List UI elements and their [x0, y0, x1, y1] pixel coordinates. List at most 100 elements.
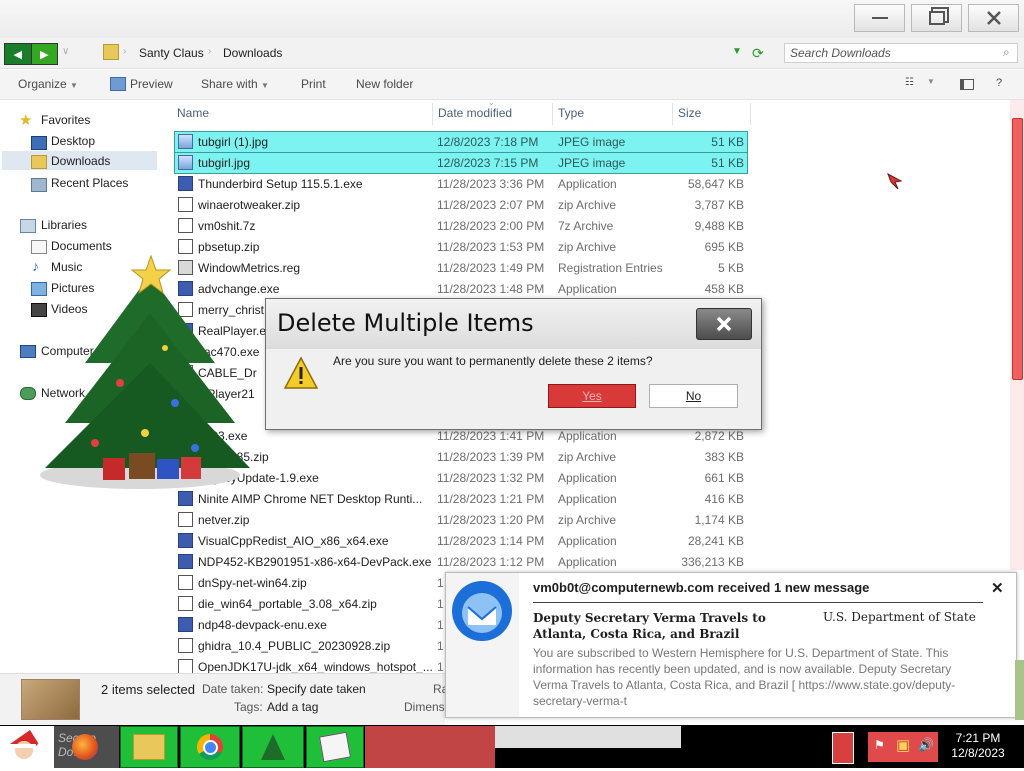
share-with-menu[interactable]: Share with ▼	[201, 77, 269, 91]
file-date: 11/28/2023 1:12 PM	[437, 555, 545, 569]
flag-icon[interactable]: ⚑	[874, 738, 885, 752]
minimize-button[interactable]	[854, 4, 905, 32]
file-size: 3,787 KB	[694, 198, 744, 212]
christmas-tree-icon	[261, 734, 285, 760]
column-divider[interactable]	[750, 103, 751, 125]
zip-file-icon	[178, 659, 193, 674]
clock-date[interactable]: 12/8/2023	[946, 746, 1010, 760]
column-divider[interactable]	[672, 103, 673, 125]
organize-menu[interactable]: Organize ▼	[18, 77, 78, 91]
mail-notification[interactable]: vm0b0t@computernewb.com received 1 new m…	[445, 572, 1017, 718]
file-date: 11/28/2023 1:39 PM	[437, 450, 545, 464]
nav-libraries[interactable]: Libraries	[41, 218, 87, 232]
breadcrumb-downloads[interactable]: Downloads	[223, 46, 282, 60]
file-row[interactable]: Thunderbird Setup 115.5.1.exe 11/28/2023 …	[175, 174, 747, 194]
file-date: 11/28/2023 2:00 PM	[437, 219, 545, 233]
nav-documents[interactable]: Documents	[51, 239, 112, 253]
column-header-type[interactable]: Type	[558, 106, 584, 120]
warning-icon	[283, 356, 319, 389]
file-date: 11/28/2023 1:21 PM	[437, 492, 545, 506]
file-date: 1	[437, 576, 444, 590]
column-divider[interactable]	[552, 103, 553, 125]
taskbar-tree-app[interactable]	[242, 726, 304, 768]
date-taken-field[interactable]: Specify date taken	[267, 682, 366, 696]
print-button[interactable]: Print	[301, 77, 326, 91]
dimensions-label: Dimens	[404, 700, 445, 714]
refresh-icon[interactable]: ⟳	[752, 45, 764, 62]
taskbar-running-app[interactable]	[495, 726, 681, 748]
file-size: 28,241 KB	[687, 534, 744, 548]
clock-time[interactable]: 7:21 PM	[950, 731, 1006, 745]
preview-pane-icon[interactable]	[960, 79, 974, 90]
taskbar-chrome[interactable]	[180, 726, 240, 768]
taskbar-firefox[interactable]: Secure Dow	[54, 726, 119, 768]
nav-desktop[interactable]: Desktop	[51, 134, 95, 148]
help-button[interactable]: ?	[996, 77, 1002, 89]
nav-favorites[interactable]: Favorites	[41, 113, 90, 127]
taskbar-paint[interactable]	[306, 726, 364, 768]
file-type: JPEG image	[558, 156, 626, 170]
restore-icon	[928, 11, 945, 25]
view-dropdown-icon[interactable]: ▼	[927, 77, 935, 86]
exe-file-icon	[178, 533, 193, 548]
thumbnail-preview	[21, 679, 80, 720]
file-row[interactable]: mplay385.zip11/28/2023 1:39 PMzip Archiv…	[175, 447, 747, 467]
preview-button[interactable]: Preview	[130, 77, 173, 91]
file-row[interactable]: winaerotweaker.zip 11/28/2023 2:07 PM zip …	[175, 195, 747, 215]
file-row[interactable]: NDP452-KB2901951-x86-x64-DevPack.exe 11/2…	[175, 552, 747, 572]
file-date: 11/28/2023 2:07 PM	[437, 198, 545, 212]
thunderbird-icon	[452, 581, 512, 641]
nav-recent-places[interactable]: Recent Places	[51, 176, 128, 190]
start-button[interactable]	[0, 726, 54, 768]
column-divider[interactable]	[432, 103, 433, 125]
column-header-date[interactable]: Date modified	[438, 106, 512, 120]
file-name: die_win64_portable_3.08_x64.zip	[198, 597, 377, 611]
file-type: zip Archive	[558, 240, 617, 254]
zip-file-icon	[178, 596, 193, 611]
file-row[interactable]: WindowMetrics.reg 11/28/2023 1:49 PM Regis…	[175, 258, 747, 278]
new-folder-button[interactable]: New folder	[356, 77, 413, 91]
scrollbar-thumb[interactable]	[1012, 118, 1023, 380]
file-row[interactable]: Ninite AIMP Chrome NET Desktop Runti... 1…	[175, 489, 747, 509]
maximize-button[interactable]	[911, 4, 962, 32]
taskbar-running-app[interactable]	[365, 726, 495, 768]
file-row[interactable]: vm0shit.7z 11/28/2023 2:00 PM 7z Archive 9,…	[175, 216, 747, 236]
file-row[interactable]: netver.zip 11/28/2023 1:20 PM zip Archive 1…	[175, 510, 747, 530]
file-row[interactable]: LegacyUpdate-1.9.exe 11/28/2023 1:32 PM Ap…	[175, 468, 747, 488]
forward-button[interactable]: ▶	[31, 44, 57, 64]
column-header-name[interactable]: Name	[177, 106, 209, 120]
column-header-size[interactable]: Size	[678, 106, 701, 120]
address-dropdown-icon[interactable]: ▼	[732, 46, 742, 57]
file-row[interactable]: pbsetup.zip 11/28/2023 1:53 PM zip Archive…	[175, 237, 747, 257]
view-options-icon[interactable]: ☷	[905, 77, 914, 88]
close-window-button[interactable]	[968, 4, 1019, 32]
paint-icon	[318, 731, 352, 763]
recent-pages-dropdown[interactable]: ∨	[62, 46, 69, 57]
network-tray-icon[interactable]: ▣	[896, 736, 910, 754]
taskbar-explorer[interactable]	[120, 726, 178, 768]
date-taken-label: Date taken:	[202, 682, 264, 696]
file-name: OpenJDK17U-jdk_x64_windows_hotspot_...	[198, 660, 433, 674]
file-size: 458 KB	[704, 282, 744, 296]
file-row[interactable]: tubgirl.jpg 12/8/2023 7:15 PM JPEG image 51…	[174, 152, 748, 174]
file-row[interactable]: VisualCppRedist_AIO_x86_x64.exe 11/28/202…	[175, 531, 747, 551]
documents-icon	[31, 240, 47, 254]
file-date: 11/28/2023 3:36 PM	[437, 177, 545, 191]
nav-downloads[interactable]: Downloads	[51, 154, 110, 168]
image-file-icon	[178, 155, 193, 170]
file-size: 695 KB	[704, 240, 744, 254]
show-hidden-icons-button[interactable]	[832, 732, 854, 764]
breadcrumb-santy-claus[interactable]: Santy Claus	[139, 46, 204, 60]
volume-icon[interactable]: 🔊	[918, 737, 934, 753]
notification-close-button[interactable]: ✕	[991, 579, 1004, 597]
back-button[interactable]: ◀	[5, 44, 32, 64]
file-row[interactable]: advchange.exe 11/28/2023 1:48 PM Applicati…	[175, 279, 747, 299]
search-input[interactable]: Search Downloads	[784, 43, 1018, 63]
tags-field[interactable]: Add a tag	[267, 700, 318, 714]
vertical-scrollbar[interactable]	[1010, 100, 1024, 570]
search-icon[interactable]: ⌕	[1003, 45, 1010, 60]
no-button[interactable]: No	[649, 384, 738, 408]
file-row[interactable]: tubgirl (1).jpg 12/8/2023 7:18 PM JPEG ima…	[174, 131, 748, 153]
dialog-close-button[interactable]	[696, 308, 752, 340]
yes-button[interactable]: Yes	[548, 384, 636, 408]
